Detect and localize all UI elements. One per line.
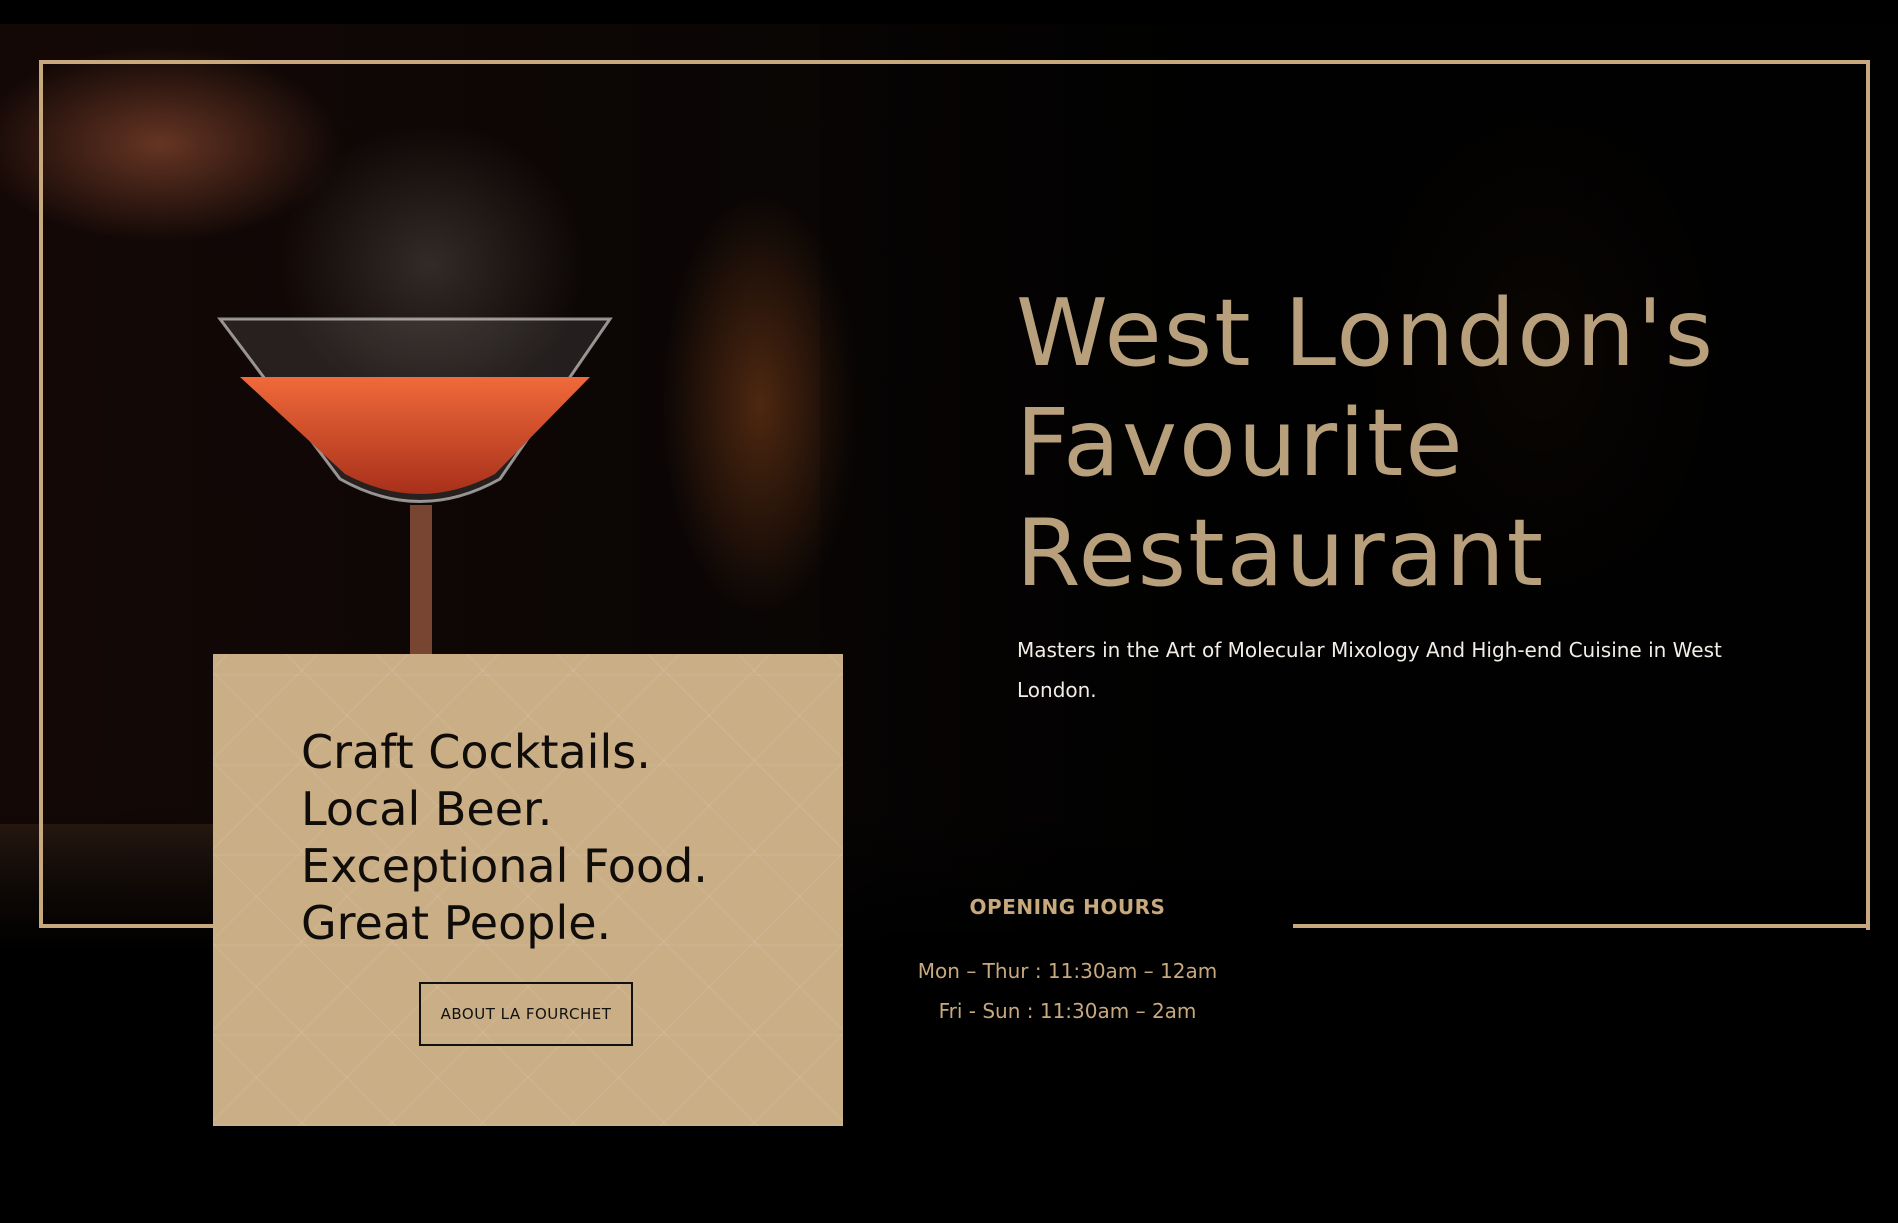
gold-frame-bottom-right — [1293, 924, 1870, 928]
gold-frame-left — [39, 60, 43, 928]
opening-hours-title: OPENING HOURS — [969, 895, 1166, 919]
promo-card: Craft Cocktails. Local Beer. Exceptional… — [213, 654, 843, 1126]
promo-card-line: Exceptional Food. — [301, 839, 708, 893]
promo-card-line: Local Beer. — [301, 782, 553, 836]
gold-frame-bottom-left — [39, 924, 214, 928]
headline-line: West London's — [1016, 279, 1716, 387]
hero-headline: West London's Favourite Restaurant — [1016, 278, 1816, 608]
headline-line: Favourite — [1016, 389, 1465, 497]
gold-frame-right — [1866, 60, 1870, 930]
opening-hours-line: Mon – Thur : 11:30am – 12am — [917, 959, 1218, 983]
hero-tagline: Masters in the Art of Molecular Mixology… — [1017, 638, 1722, 702]
opening-hours: OPENING HOURS Mon – Thur : 11:30am – 12a… — [900, 895, 1235, 1031]
promo-card-line: Great People. — [301, 896, 612, 950]
opening-hours-line: Fri - Sun : 11:30am – 2am — [938, 999, 1197, 1023]
promo-card-list: Craft Cocktails. Local Beer. Exceptional… — [301, 724, 708, 952]
cocktail-glass-image — [217, 317, 613, 709]
about-button[interactable]: ABOUT LA FOURCHET — [419, 982, 633, 1046]
headline-line: Restaurant — [1016, 499, 1546, 607]
promo-card-line: Craft Cocktails. — [301, 725, 651, 779]
gold-frame-top — [39, 60, 1870, 64]
